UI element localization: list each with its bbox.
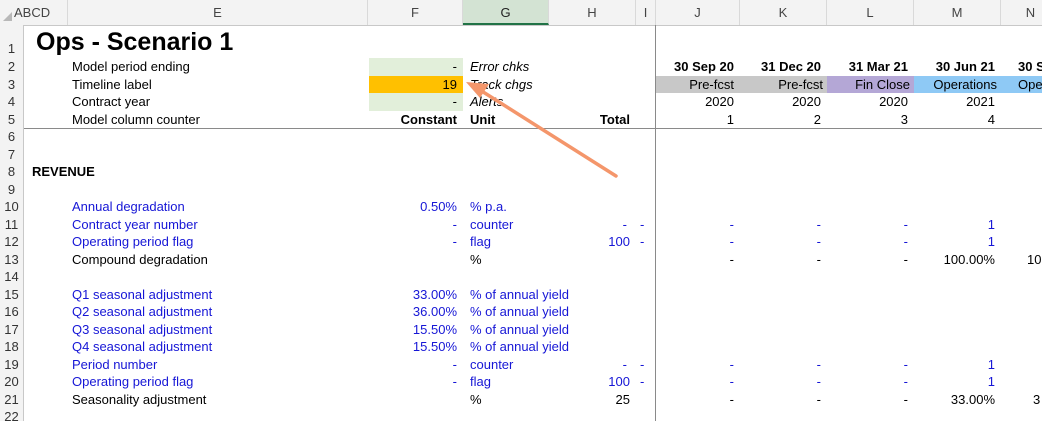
arrow-shaft (478, 88, 618, 178)
arrow-head (466, 82, 489, 98)
arrow-icon (466, 82, 618, 178)
